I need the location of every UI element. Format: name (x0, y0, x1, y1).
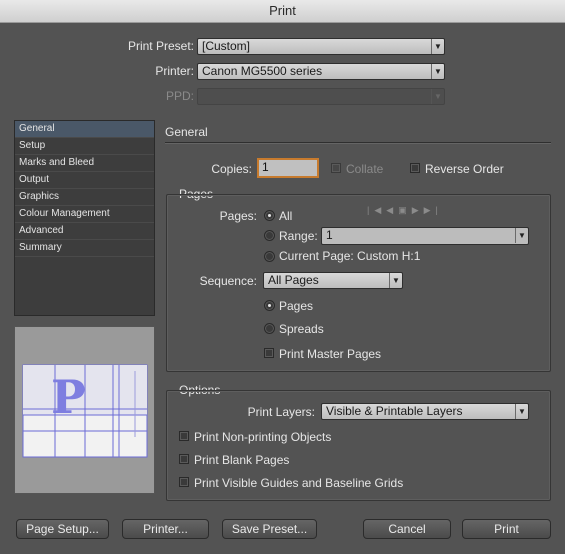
pages-current-radio[interactable] (264, 251, 275, 262)
range-value: 1 (326, 228, 333, 242)
printer-dropdown[interactable]: Canon MG5500 series ▼ (197, 63, 445, 80)
print-layers-dropdown[interactable]: Visible & Printable Layers ▼ (321, 403, 529, 420)
page-setup-button[interactable]: Page Setup... (16, 519, 109, 539)
chevron-down-icon: ▼ (431, 64, 444, 79)
blank-pages-label: Print Blank Pages (194, 453, 290, 467)
pages-option-label: Pages (279, 299, 314, 313)
preview-glyph: P (51, 370, 86, 424)
last-page-icon[interactable]: ▶| (424, 205, 443, 215)
print-layers-value: Visible & Printable Layers (326, 404, 463, 418)
ppd-dropdown: ▼ (197, 88, 445, 105)
print-master-pages-checkbox[interactable] (264, 348, 274, 358)
category-list: General Setup Marks and Bleed Output Gra… (14, 120, 155, 316)
range-input[interactable]: 1 ▼ (321, 227, 529, 245)
page-nav-icons: |◀◀▣▶▶| (367, 205, 443, 216)
pages-all-label: All (279, 209, 293, 223)
collate-label: Collate (346, 162, 384, 176)
printer-value: Canon MG5500 series (202, 64, 323, 78)
spreads-option-radio[interactable] (264, 323, 275, 334)
window-title: Print (0, 0, 565, 23)
pages-icon[interactable]: ▣ (398, 205, 412, 215)
first-page-icon[interactable]: |◀ (367, 205, 386, 215)
sidebar-item-marks-and-bleed[interactable]: Marks and Bleed (15, 155, 154, 172)
save-preset-button[interactable]: Save Preset... (222, 519, 317, 539)
copies-label: Copies: (211, 162, 252, 176)
print-preset-label: Print Preset: (127, 39, 194, 53)
next-page-icon[interactable]: ▶ (412, 205, 424, 215)
page-preview-graphic: P (22, 364, 148, 458)
chevron-down-icon: ▼ (431, 39, 444, 54)
sidebar-item-general[interactable]: General (15, 121, 154, 138)
print-preset-value: [Custom] (202, 39, 251, 53)
pages-all-radio[interactable] (264, 210, 275, 221)
reverse-order-checkbox[interactable] (410, 163, 420, 173)
chevron-down-icon: ▼ (431, 89, 444, 104)
sequence-label: Sequence: (199, 274, 257, 288)
panel-title: General (165, 125, 208, 139)
sequence-dropdown[interactable]: All Pages ▼ (263, 272, 403, 289)
pages-range-label: Range: (279, 229, 318, 243)
print-button[interactable]: Print (462, 519, 551, 539)
pages-range-radio[interactable] (264, 230, 275, 241)
copies-input[interactable]: 1 (257, 158, 319, 178)
chevron-down-icon: ▼ (389, 273, 402, 288)
sidebar-item-graphics[interactable]: Graphics (15, 189, 154, 206)
spreads-option-label: Spreads (279, 322, 324, 336)
divider (165, 142, 551, 144)
sidebar-item-summary[interactable]: Summary (15, 240, 154, 257)
ppd-label: PPD: (165, 89, 194, 103)
prev-page-icon[interactable]: ◀ (386, 205, 398, 215)
collate-checkbox (331, 163, 341, 173)
non-printing-checkbox[interactable] (179, 431, 189, 441)
cancel-button[interactable]: Cancel (363, 519, 451, 539)
print-layers-label: Print Layers: (247, 405, 315, 419)
sequence-value: All Pages (268, 273, 319, 287)
printer-label: Printer: (155, 64, 194, 78)
pages-current-label: Current Page: Custom H:1 (279, 249, 421, 263)
print-preset-dropdown[interactable]: [Custom] ▼ (197, 38, 445, 55)
non-printing-label: Print Non-printing Objects (194, 430, 332, 444)
sidebar-item-output[interactable]: Output (15, 172, 154, 189)
print-master-pages-label: Print Master Pages (279, 347, 382, 361)
chevron-down-icon: ▼ (515, 404, 528, 419)
chevron-down-icon: ▼ (515, 228, 528, 243)
guides-label: Print Visible Guides and Baseline Grids (194, 476, 404, 490)
printer-button[interactable]: Printer... (122, 519, 209, 539)
reverse-order-label: Reverse Order (425, 162, 504, 176)
sidebar-item-setup[interactable]: Setup (15, 138, 154, 155)
sidebar-item-advanced[interactable]: Advanced (15, 223, 154, 240)
page-preview: P (14, 326, 155, 494)
pages-option-radio[interactable] (264, 300, 275, 311)
blank-pages-checkbox[interactable] (179, 454, 189, 464)
sidebar-item-colour-management[interactable]: Colour Management (15, 206, 154, 223)
pages-label: Pages: (219, 209, 257, 223)
guides-checkbox[interactable] (179, 477, 189, 487)
